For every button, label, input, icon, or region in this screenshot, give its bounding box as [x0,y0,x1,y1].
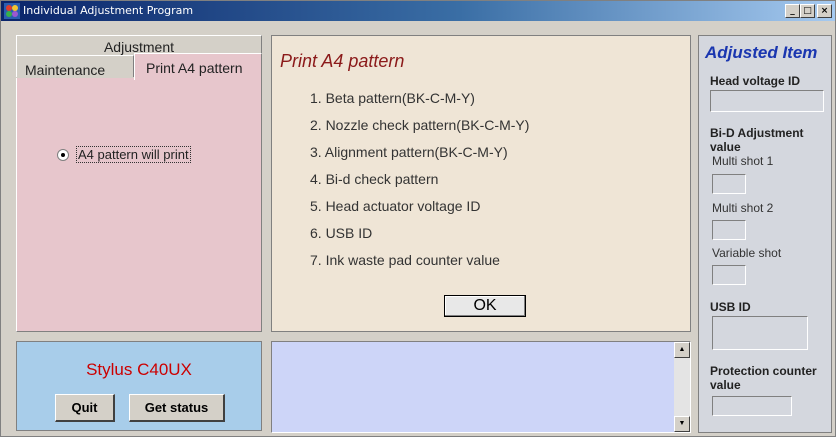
app-icon [4,3,20,19]
list-item: 2. Nozzle check pattern(BK-C-M-Y) [310,117,530,133]
list-item: 4. Bi-d check pattern [310,171,439,187]
model-name: Stylus C40UX [86,360,192,379]
ok-button[interactable]: OK [444,295,526,317]
title-bar: Individual Adjustment Program _ □ × [1,1,835,21]
tab-maintenance[interactable]: Maintenance [16,55,134,78]
print-pattern-panel: Print A4 pattern 1. Beta pattern(BK-C-M-… [271,35,691,332]
list-item: 7. Ink waste pad counter value [310,252,500,268]
app-window: Individual Adjustment Program _ □ × Adju… [0,0,836,437]
pattern-list: 1. Beta pattern(BK-C-M-Y) 2. Nozzle chec… [310,89,529,278]
variable-shot-label: Variable shot [712,246,782,260]
list-item: 3. Alignment pattern(BK-C-M-Y) [310,144,508,160]
radio-label[interactable]: A4 pattern will print [76,146,191,163]
tab-adjustment[interactable]: Adjustment [16,35,262,55]
multi-shot-1-label: Multi shot 1 [712,154,774,168]
get-status-button[interactable]: Get status [129,394,225,422]
list-item: 1. Beta pattern(BK-C-M-Y) [310,90,475,106]
head-voltage-field [710,90,824,112]
log-output[interactable]: ▲ ▼ [271,341,691,433]
tab-print-a4-pattern[interactable]: Print A4 pattern [134,53,262,80]
close-button[interactable]: × [817,4,832,18]
protection-value-label: value [710,378,741,392]
window-controls: _ □ × [785,4,832,18]
panel-title: Print A4 pattern [280,51,405,71]
adjusted-item-panel: Adjusted Item Head voltage ID Bi-D Adjus… [698,35,832,433]
vertical-scrollbar[interactable]: ▲ ▼ [674,342,690,432]
multi-shot-1-field [712,174,746,194]
head-voltage-label: Head voltage ID [710,74,801,88]
a4-pattern-radio[interactable]: A4 pattern will print [57,146,191,163]
bid-value-label: value [710,140,741,154]
scroll-down-arrow-icon[interactable]: ▼ [674,416,690,432]
protection-counter-field [712,396,792,416]
minimize-button[interactable]: _ [785,4,800,18]
model-panel: Stylus C40UX Quit Get status [16,341,262,431]
usb-id-field [712,316,808,350]
multi-shot-2-label: Multi shot 2 [712,201,774,215]
tab-panel: Adjustment Maintenance Print A4 pattern … [16,35,262,332]
quit-button[interactable]: Quit [55,394,115,422]
usb-id-label: USB ID [710,300,751,314]
window-title: Individual Adjustment Program [23,4,194,17]
tab-content: A4 pattern will print [16,78,262,332]
radio-selected-icon[interactable] [57,148,69,161]
variable-shot-field [712,265,746,285]
protection-counter-label: Protection counter [710,364,817,378]
bid-adjustment-label: Bi-D Adjustment [710,126,804,140]
list-item: 6. USB ID [310,225,373,241]
scroll-up-arrow-icon[interactable]: ▲ [674,342,690,358]
adjusted-item-title: Adjusted Item [705,43,818,62]
multi-shot-2-field [712,220,746,240]
list-item: 5. Head actuator voltage ID [310,198,481,214]
maximize-button[interactable]: □ [800,4,815,18]
